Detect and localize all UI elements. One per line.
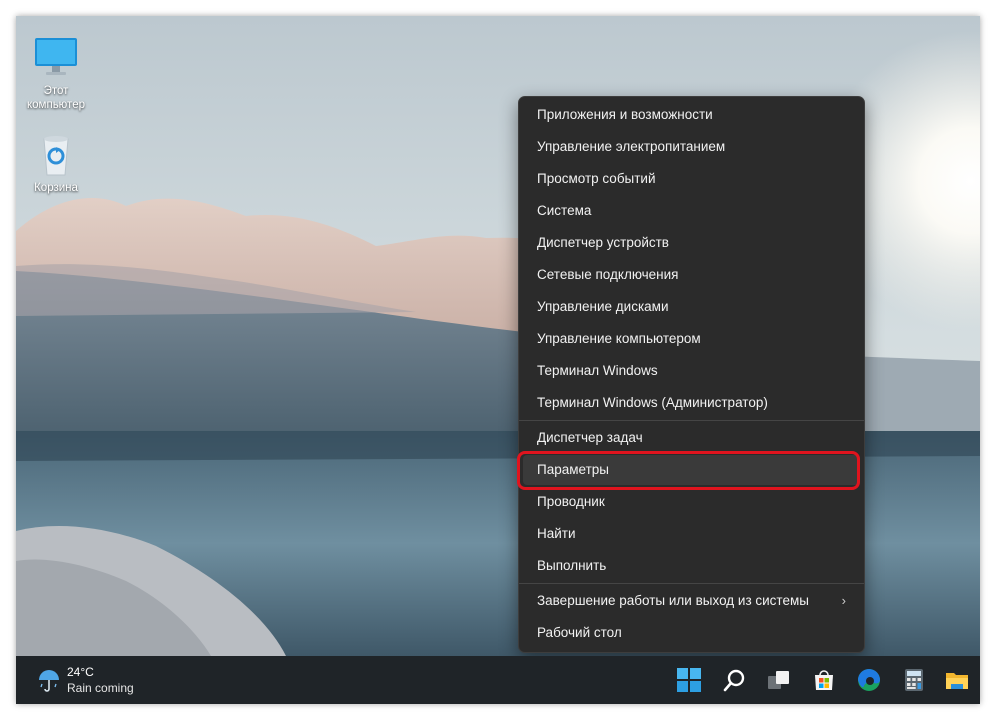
store-icon: [815, 670, 833, 690]
task-view-button[interactable]: [760, 662, 798, 698]
menu-item-windows-terminal[interactable]: Терминал Windows: [523, 356, 860, 386]
menu-item-label: Диспетчер задач: [537, 430, 643, 445]
quick-link-context-menu: Приложения и возможности Управление элек…: [518, 96, 865, 653]
menu-item-label: Проводник: [537, 494, 605, 509]
menu-item-label: Выполнить: [537, 558, 607, 573]
menu-item-label: Приложения и возможности: [537, 107, 713, 122]
menu-item-disk-management[interactable]: Управление дисками: [523, 292, 860, 322]
menu-separator: [519, 420, 864, 421]
edge-button[interactable]: [850, 662, 888, 698]
monitor-icon: [35, 38, 77, 75]
menu-item-label: Терминал Windows (Администратор): [537, 395, 768, 410]
menu-item-settings[interactable]: Параметры: [523, 455, 860, 485]
weather-widget[interactable]: 24°C Rain coming: [36, 664, 166, 696]
menu-item-task-manager[interactable]: Диспетчер задач: [523, 423, 860, 453]
menu-item-label: Сетевые подключения: [537, 267, 679, 282]
menu-item-label: Управление электропитанием: [537, 139, 726, 154]
search-button[interactable]: [715, 662, 753, 698]
menu-item-event-viewer[interactable]: Просмотр событий: [523, 164, 860, 194]
menu-item-windows-terminal-admin[interactable]: Терминал Windows (Администратор): [523, 388, 860, 418]
menu-item-label: Терминал Windows: [537, 363, 658, 378]
menu-item-run[interactable]: Выполнить: [523, 551, 860, 581]
chevron-right-icon: ›: [841, 593, 846, 608]
calculator-button[interactable]: [895, 662, 933, 698]
menu-item-label: Параметры: [537, 462, 609, 477]
menu-item-device-manager[interactable]: Диспетчер устройств: [523, 228, 860, 258]
menu-item-system[interactable]: Система: [523, 196, 860, 226]
menu-item-file-explorer[interactable]: Проводник: [523, 487, 860, 517]
desktop-icon-label: Корзина: [34, 182, 78, 194]
menu-separator: [519, 583, 864, 584]
umbrella-rain-icon: [39, 670, 59, 692]
menu-item-computer-management[interactable]: Управление компьютером: [523, 324, 860, 354]
recycle-bin-icon: [43, 136, 69, 176]
start-button[interactable]: [670, 662, 708, 698]
menu-item-label: Диспетчер устройств: [537, 235, 669, 250]
menu-item-search[interactable]: Найти: [523, 519, 860, 549]
menu-item-label: Найти: [537, 526, 576, 541]
store-button[interactable]: [805, 662, 843, 698]
weather-temperature: 24°C: [67, 665, 94, 679]
menu-item-power-options[interactable]: Управление электропитанием: [523, 132, 860, 162]
menu-item-label: Завершение работы или выход из системы: [537, 593, 809, 608]
desktop-icon-recycle-bin[interactable]: Корзина: [16, 131, 96, 195]
desktop-icon-this-pc[interactable]: Этот компьютер: [16, 34, 96, 112]
edge-icon: [858, 669, 880, 691]
file-explorer-icon: [946, 673, 968, 689]
search-icon: [723, 669, 745, 692]
menu-item-label: Система: [537, 203, 592, 218]
menu-item-desktop[interactable]: Рабочий стол: [523, 618, 860, 648]
menu-item-label: Просмотр событий: [537, 171, 656, 186]
menu-item-label: Управление компьютером: [537, 331, 701, 346]
menu-item-apps-features[interactable]: Приложения и возможности: [523, 100, 860, 130]
menu-item-label: Управление дисками: [537, 299, 669, 314]
desktop-screen: Этот компьютер Корзина Приложения и возм…: [16, 16, 980, 704]
start-icon: [677, 668, 701, 692]
menu-item-network-connections[interactable]: Сетевые подключения: [523, 260, 860, 290]
calculator-icon: [905, 669, 923, 691]
taskbar: 24°C Rain coming: [16, 656, 980, 704]
desktop-icon-label: Этот компьютер: [27, 85, 85, 111]
file-explorer-button[interactable]: [938, 662, 976, 698]
menu-item-shutdown-signout[interactable]: Завершение работы или выход из системы ›: [523, 586, 860, 616]
task-view-icon: [768, 671, 789, 689]
menu-item-label: Рабочий стол: [537, 625, 622, 640]
weather-condition: Rain coming: [67, 681, 134, 695]
